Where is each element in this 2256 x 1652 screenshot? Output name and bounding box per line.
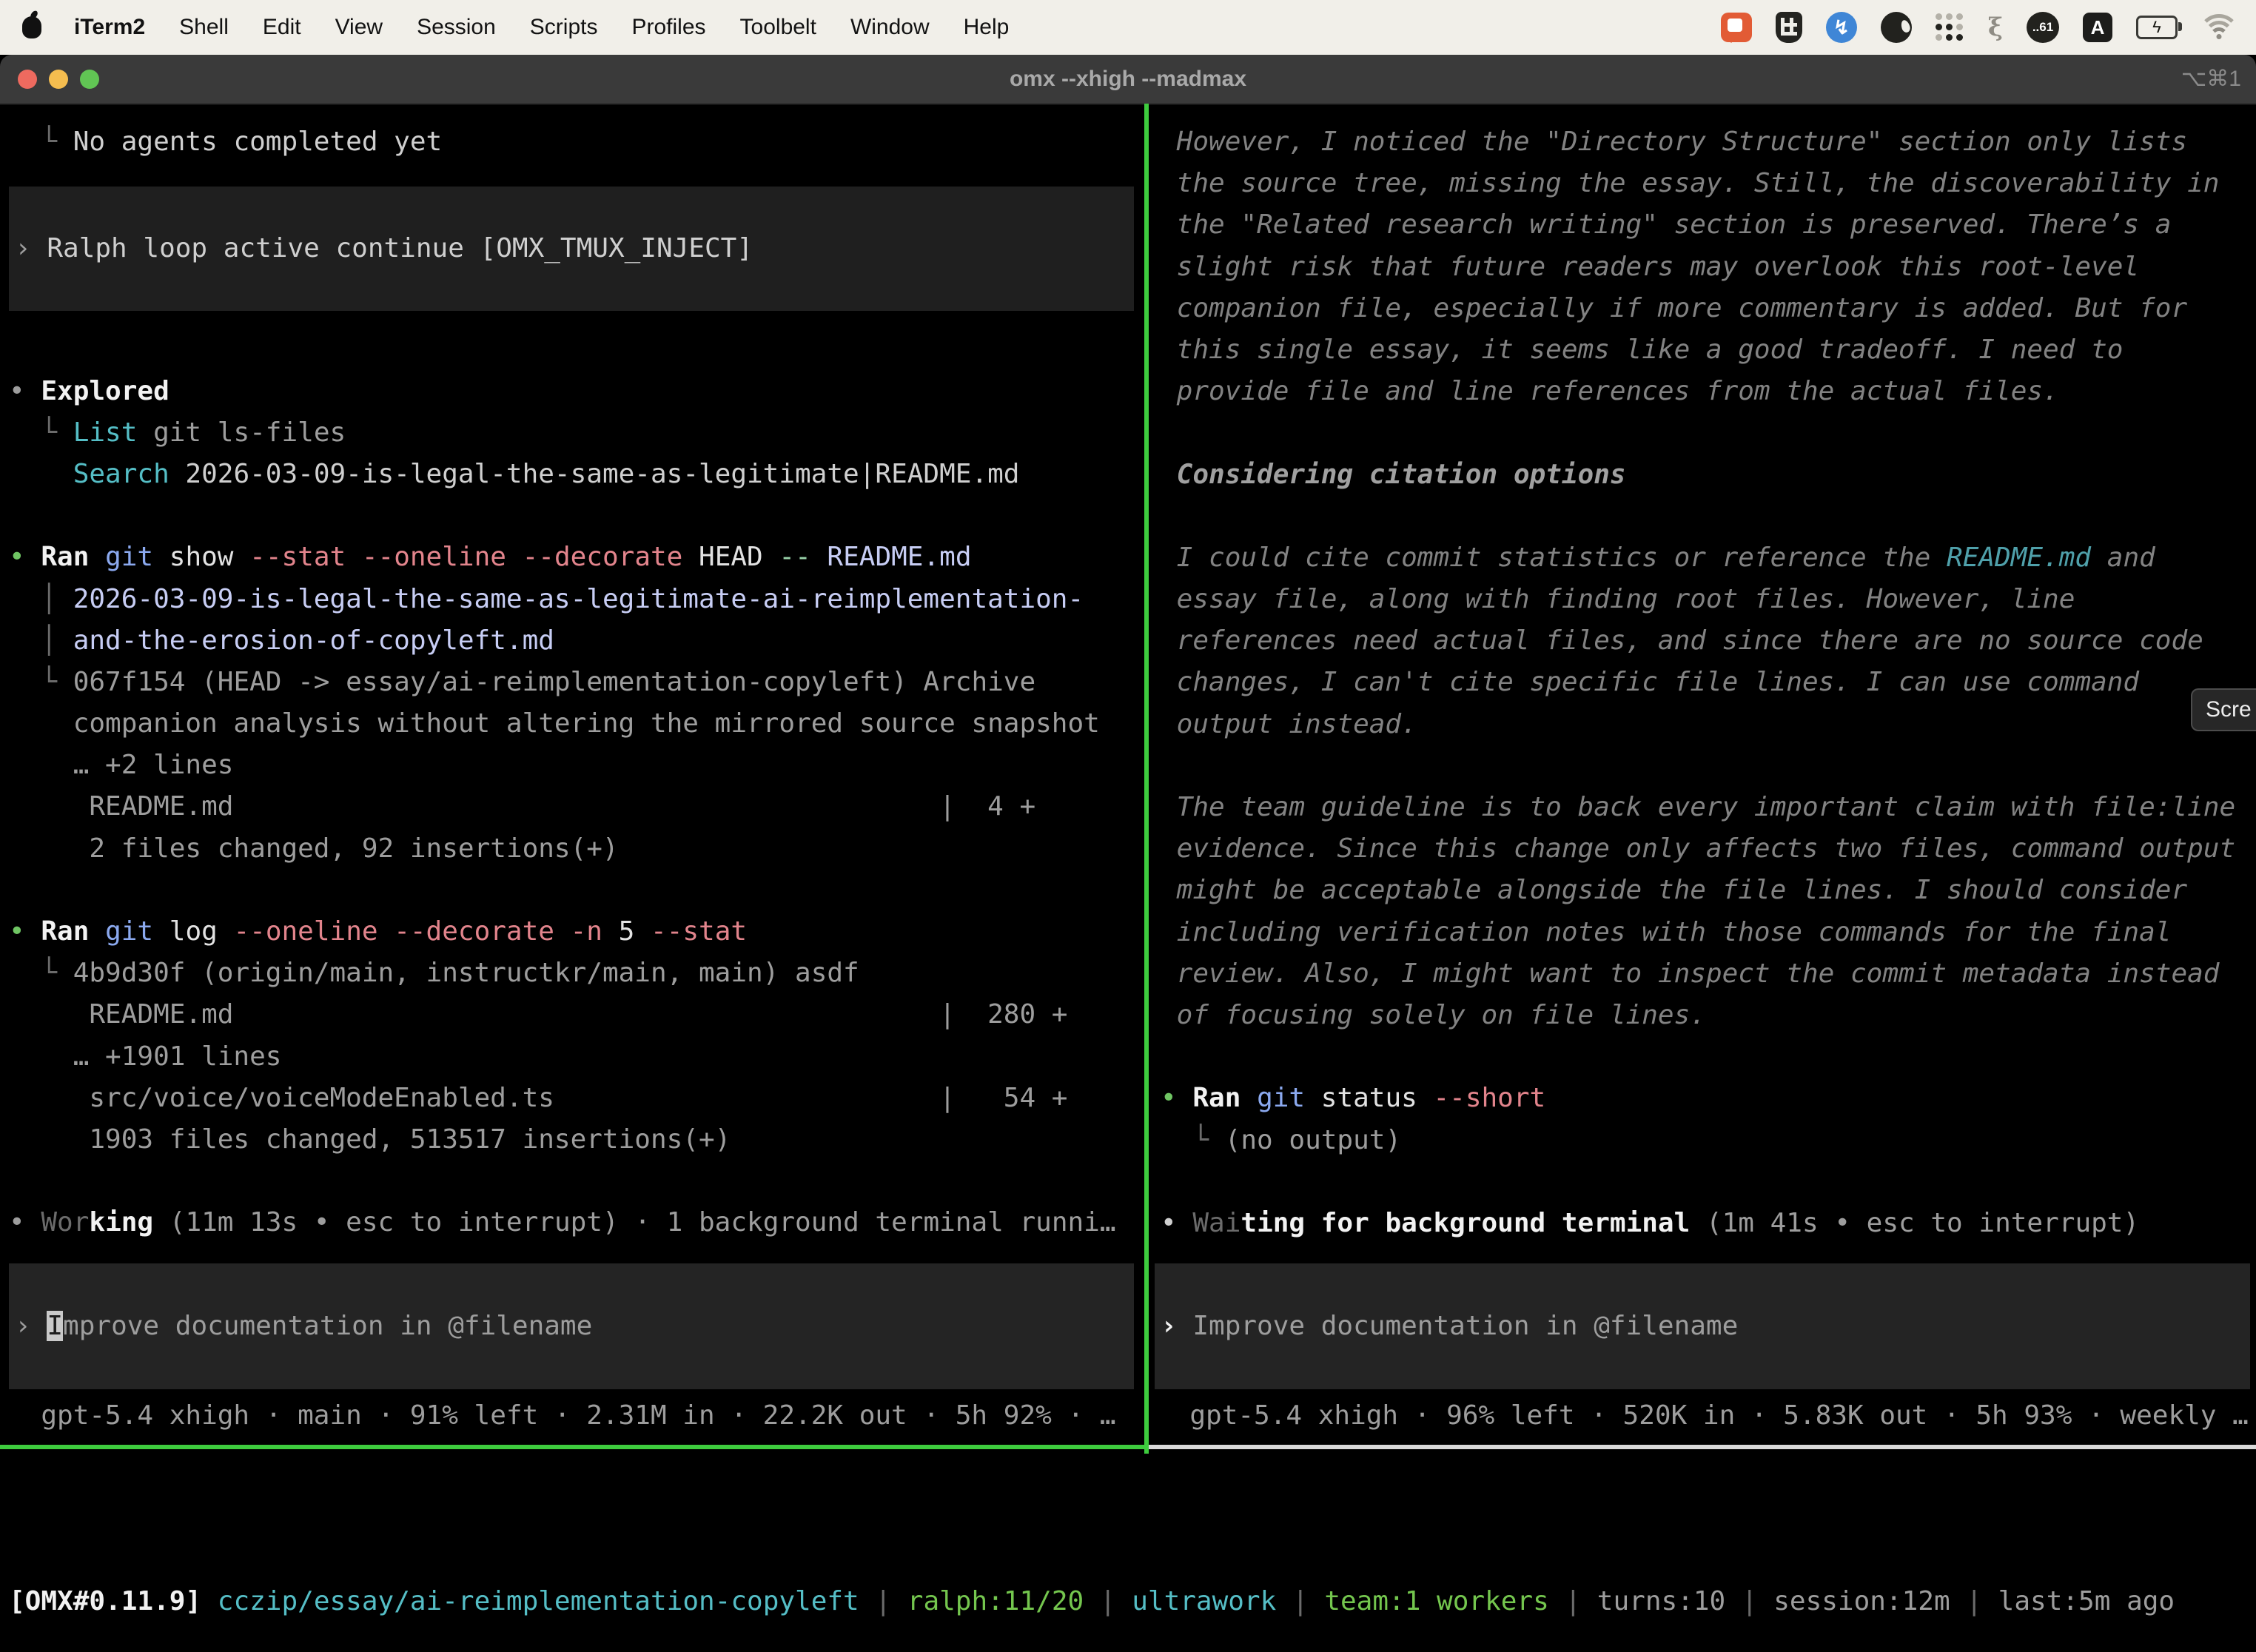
chat-app-icon[interactable] (1721, 13, 1752, 42)
window-shortcut-badge: ⌥⌘1 (2181, 55, 2241, 104)
apple-icon[interactable] (22, 16, 41, 38)
wifi-icon[interactable] (2201, 14, 2237, 41)
left-model-statusline: gpt-5.4 xhigh · main · 91% left · 2.31M … (0, 1395, 1144, 1437)
right-model-statusline: gpt-5.4 xhigh · 96% left · 520K in · 5.8… (1149, 1395, 2256, 1437)
iterm-window: omx --xhigh --madmax ⌥⌘1 └ No agents com… (0, 55, 2256, 1652)
menu-session[interactable]: Session (417, 15, 496, 40)
menu-shell[interactable]: Shell (179, 15, 229, 40)
dragon-icon[interactable]: ξ (1988, 13, 2003, 42)
sync-badge-icon[interactable]: ↯ (1826, 12, 1857, 43)
menu-window[interactable]: Window (850, 15, 930, 40)
menu-scripts[interactable]: Scripts (530, 15, 598, 40)
menu-status-icons: ↯ ξ ..61 A ϟ (1721, 12, 2256, 43)
left-prompt-input[interactable]: › Improve documentation in @filename (9, 1263, 1134, 1389)
terminal-area: └ No agents completed yet › Ralph loop a… (0, 104, 2256, 1652)
right-terminal-pane[interactable]: However, I noticed the "Directory Struct… (1149, 104, 2256, 1449)
battery-bolt-glyph: ϟ (2152, 19, 2161, 36)
right-prompt-input[interactable]: › Improve documentation in @filename (1155, 1263, 2250, 1389)
menu-help[interactable]: Help (964, 15, 1010, 40)
input-source-icon[interactable]: A (2083, 13, 2112, 42)
left-pane-output: • Explored └ List git ls-files Search 20… (0, 329, 1144, 1243)
dark-disc-icon[interactable] (1881, 12, 1912, 43)
screen-share-chip[interactable]: Scre (2191, 688, 2256, 731)
menu-edit[interactable]: Edit (263, 15, 301, 40)
battery-icon[interactable]: ϟ (2136, 16, 2178, 39)
ralph-loop-banner: › Ralph loop active continue [OMX_TMUX_I… (9, 187, 1134, 311)
menu-toolbelt[interactable]: Toolbelt (740, 15, 816, 40)
menu-iterm2[interactable]: iTerm2 (74, 15, 145, 40)
menu-profiles[interactable]: Profiles (631, 15, 705, 40)
right-pane-output: However, I noticed the "Directory Struct… (1149, 121, 2256, 1244)
omx-status-line: [OMX#0.11.9] cczip/essay/ai-reimplementa… (9, 1581, 2175, 1622)
window-title: omx --xhigh --madmax (0, 55, 2256, 104)
window-titlebar[interactable]: omx --xhigh --madmax ⌥⌘1 (0, 55, 2256, 105)
menu-view[interactable]: View (335, 15, 383, 40)
menu-bar: iTerm2 Shell Edit View Session Scripts P… (0, 0, 2256, 55)
battery-badge-icon[interactable]: ..61 (2027, 12, 2059, 43)
dots-grid-icon[interactable] (1936, 13, 1964, 42)
shield-grid-icon[interactable] (1776, 12, 1802, 43)
left-terminal-pane[interactable]: └ No agents completed yet › Ralph loop a… (0, 104, 1144, 1449)
